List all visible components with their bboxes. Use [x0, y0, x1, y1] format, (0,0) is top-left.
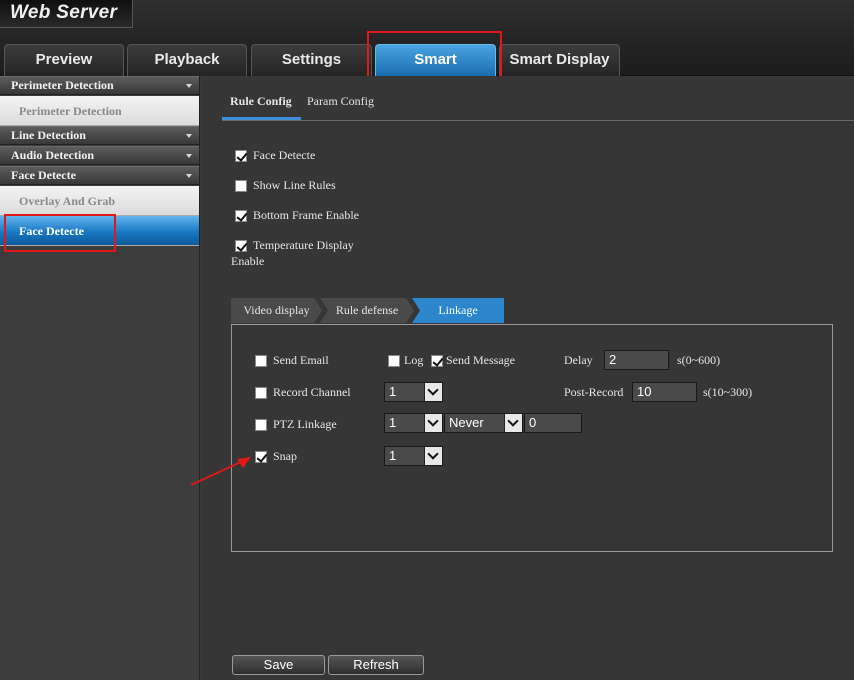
snap-checkbox[interactable]: [255, 451, 267, 464]
option-label: Show Line Rules: [253, 178, 336, 192]
ptz-mode-select[interactable]: Never: [444, 413, 523, 433]
sidebar-section-label: Line Detection: [11, 128, 86, 142]
tab-video-display[interactable]: Video display: [231, 298, 322, 323]
sidebar-section-label: Face Detecte: [11, 168, 76, 182]
option-show-line-rules: Show Line Rules: [235, 178, 336, 193]
send-message-option: Send Message: [431, 353, 515, 368]
ptz-mode-value: Never: [449, 415, 484, 430]
record-channel-label: Record Channel: [273, 385, 351, 399]
sidebar-item-face-detecte[interactable]: Face Detecte: [0, 216, 199, 246]
tab-smart-display[interactable]: Smart Display: [499, 44, 620, 76]
chevron-down-icon: [424, 383, 442, 401]
snap-select[interactable]: 1: [384, 446, 443, 466]
ptz-value-input[interactable]: 0: [524, 413, 582, 433]
caret-down-icon: [186, 134, 192, 138]
temperature-display-checkbox[interactable]: [235, 240, 247, 253]
sidebar-section-line-detection[interactable]: Line Detection: [0, 126, 199, 145]
sidebar-item-overlay-and-grab[interactable]: Overlay And Grab: [0, 186, 199, 216]
ptz-channel-select[interactable]: 1: [384, 413, 443, 433]
log-checkbox[interactable]: [388, 355, 400, 368]
chevron-down-icon: [424, 447, 442, 465]
option-temperature-display: Temperature Display: [235, 238, 354, 253]
option-label: Face Detecte: [253, 148, 316, 162]
chevron-down-icon: [424, 414, 442, 432]
record-channel-checkbox[interactable]: [255, 387, 267, 400]
show-line-rules-checkbox[interactable]: [235, 180, 247, 193]
option-label-continuation: Enable: [231, 254, 265, 268]
face-detecte-checkbox[interactable]: [235, 150, 247, 163]
caret-down-icon: [186, 84, 192, 88]
delay-range: s(0~600): [677, 353, 721, 367]
subtab-divider: [222, 120, 854, 121]
refresh-button[interactable]: Refresh: [328, 655, 424, 675]
bottom-frame-enable-checkbox[interactable]: [235, 210, 247, 223]
send-email-label: Send Email: [273, 353, 329, 367]
log-label: Log: [404, 353, 424, 367]
record-channel-option: Record Channel: [255, 385, 351, 400]
tab-preview[interactable]: Preview: [4, 44, 124, 76]
ptz-linkage-checkbox[interactable]: [255, 419, 267, 432]
save-button[interactable]: Save: [232, 655, 325, 675]
option-label: Temperature Display: [253, 238, 354, 252]
ptz-linkage-label: PTZ Linkage: [273, 417, 337, 431]
option-face-detecte: Face Detecte: [235, 148, 315, 163]
subtab-rule-config[interactable]: Rule Config: [222, 90, 301, 120]
delay-input[interactable]: 2: [604, 350, 669, 370]
post-record-range: s(10~300): [703, 385, 753, 399]
sidebar-section-audio-detection[interactable]: Audio Detection: [0, 146, 199, 165]
brand-logo: Web Server: [0, 0, 133, 28]
post-record-label: Post-Record: [564, 385, 624, 399]
send-message-label: Send Message: [446, 353, 515, 367]
sidebar-section-perimeter-detection[interactable]: Perimeter Detection: [0, 76, 199, 95]
record-channel-select[interactable]: 1: [384, 382, 443, 402]
send-email-option: Send Email: [255, 353, 329, 368]
snap-label: Snap: [273, 449, 297, 463]
sidebar-section-label: Perimeter Detection: [11, 78, 114, 92]
option-bottom-frame-enable: Bottom Frame Enable: [235, 208, 359, 223]
snap-value: 1: [389, 448, 397, 463]
ptz-linkage-option: PTZ Linkage: [255, 417, 337, 432]
sidebar-item-perimeter-detection[interactable]: Perimeter Detection: [0, 96, 199, 126]
tab-linkage[interactable]: Linkage: [412, 298, 504, 323]
sidebar-section-face-detecte[interactable]: Face Detecte: [0, 166, 199, 185]
log-option: Log: [388, 353, 423, 368]
caret-down-icon: [186, 154, 192, 158]
post-record-input[interactable]: 10: [632, 382, 697, 402]
send-message-checkbox[interactable]: [431, 355, 443, 368]
app-header: Web Server Preview Playback Settings Sma…: [0, 0, 854, 76]
record-channel-value: 1: [389, 384, 397, 399]
send-email-checkbox[interactable]: [255, 355, 267, 368]
subtab-param-config[interactable]: Param Config: [307, 90, 374, 120]
snap-option: Snap: [255, 449, 297, 464]
ptz-channel-value: 1: [389, 415, 397, 430]
caret-down-icon: [186, 174, 192, 178]
tab-rule-defense[interactable]: Rule defense: [320, 298, 414, 323]
tab-playback[interactable]: Playback: [127, 44, 247, 76]
tab-smart[interactable]: Smart: [375, 44, 496, 76]
option-label: Bottom Frame Enable: [253, 208, 359, 222]
annotation-arrow-icon: [190, 457, 251, 486]
sidebar-section-label: Audio Detection: [11, 148, 94, 162]
chevron-down-icon: [504, 414, 522, 432]
tab-settings[interactable]: Settings: [251, 44, 372, 76]
delay-label: Delay: [564, 353, 593, 367]
